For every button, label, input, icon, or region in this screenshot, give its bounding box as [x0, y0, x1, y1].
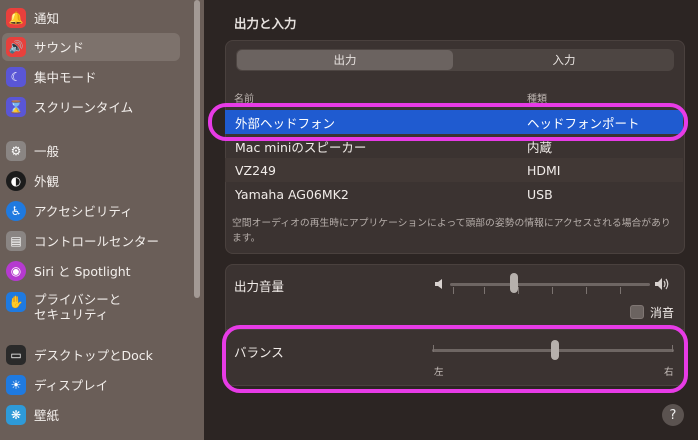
sidebar-item-general[interactable]: ⚙ 一般: [0, 137, 186, 165]
device-name: Yamaha AG06MK2: [235, 186, 349, 202]
device-row-vz249[interactable]: VZ249 HDMI: [225, 158, 683, 182]
sidebar-item-privacy-security[interactable]: ✋ プライバシーと セキュリティ: [0, 288, 186, 326]
sidebar-item-label: スクリーンタイム: [34, 99, 134, 115]
volume-tick: [484, 287, 485, 294]
sidebar-item-label: サウンド: [34, 39, 85, 55]
sidebar-item-siri-spotlight[interactable]: ◉ Siri と Spotlight: [0, 257, 186, 285]
device-row-yamaha-ag06mk2[interactable]: Yamaha AG06MK2 USB: [225, 182, 683, 206]
wallpaper-icon: ❋: [6, 405, 26, 425]
mute-checkbox[interactable]: [630, 305, 644, 319]
speaker-icon: 🔊: [6, 37, 26, 57]
spatial-audio-note: 空間オーディオの再生時にアプリケーションによって頭部の姿勢の情報にアクセスされる…: [232, 218, 671, 244]
sidebar-item-label: アクセシビリティ: [34, 203, 133, 219]
volume-tick: [620, 287, 621, 294]
display-sun-icon: ☀: [6, 375, 26, 395]
sidebar-item-displays[interactable]: ☀ ディスプレイ: [0, 371, 186, 399]
gear-icon: ⚙: [6, 141, 26, 161]
privacy-hand-icon: ✋: [6, 292, 26, 312]
accessibility-icon: ♿: [6, 201, 26, 221]
volume-low-icon: [435, 279, 442, 289]
device-name: VZ249: [235, 162, 276, 178]
sidebar-item-label: プライバシーと セキュリティ: [34, 292, 122, 322]
sidebar-item-sound[interactable]: 🔊 サウンド: [2, 33, 180, 61]
sidebar-item-notifications[interactable]: 🔔 通知: [0, 4, 186, 32]
help-button[interactable]: ?: [662, 404, 684, 426]
sidebar-item-label: 壁紙: [34, 407, 60, 423]
sidebar-item-label: Siri と Spotlight: [34, 263, 131, 279]
output-volume-label: 出力音量: [234, 279, 285, 294]
siri-icon: ◉: [6, 261, 26, 281]
dock-icon: ▭: [6, 345, 26, 365]
sidebar-item-screen-time[interactable]: ⌛ スクリーンタイム: [0, 93, 186, 121]
sidebar-item-label: 集中モード: [34, 69, 97, 85]
volume-high-icon: [655, 278, 669, 290]
volume-tick: [453, 287, 454, 294]
sidebar-item-control-center[interactable]: ▤ コントロールセンター: [0, 227, 186, 255]
tab-output[interactable]: 出力: [237, 50, 453, 70]
mute-label: 消音: [650, 306, 675, 320]
sidebar-scrollbar[interactable]: [192, 0, 202, 298]
hourglass-icon: ⌛: [6, 97, 26, 117]
sidebar-item-desktop-dock[interactable]: ▭ デスクトップとDock: [0, 341, 186, 369]
sidebar-item-label: 通知: [34, 10, 60, 26]
sidebar-item-focus[interactable]: ☾ 集中モード: [0, 63, 186, 91]
sidebar-item-label: ディスプレイ: [34, 377, 109, 393]
page-title: 出力と入力: [234, 16, 297, 31]
control-center-icon: ▤: [6, 231, 26, 251]
scrollbar-thumb[interactable]: [194, 0, 200, 298]
output-volume-slider[interactable]: [450, 283, 650, 286]
device-type: USB: [527, 186, 553, 202]
volume-tick: [586, 287, 587, 294]
sidebar-item-accessibility[interactable]: ♿ アクセシビリティ: [0, 197, 186, 225]
volume-tick: [518, 287, 519, 294]
appearance-icon: ◐: [6, 171, 26, 191]
highlight-selected-device: [208, 103, 688, 141]
volume-tick: [552, 287, 553, 294]
sidebar-item-label: 外観: [34, 173, 60, 189]
highlight-balance: [222, 325, 688, 393]
sidebar-item-wallpaper[interactable]: ❋ 壁紙: [0, 401, 186, 429]
volume-slider-knob[interactable]: [510, 273, 518, 293]
moon-icon: ☾: [6, 67, 26, 87]
sidebar: 🔔 通知 🔊 サウンド ☾ 集中モード ⌛ スクリーンタイム ⚙ 一般 ◐ 外観…: [0, 0, 204, 440]
sidebar-item-label: デスクトップとDock: [34, 347, 153, 363]
bell-icon: 🔔: [6, 8, 26, 28]
sidebar-item-label: コントロールセンター: [34, 233, 160, 249]
sidebar-item-appearance[interactable]: ◐ 外観: [0, 167, 186, 195]
device-type: HDMI: [527, 162, 561, 178]
output-input-segmented-control: 出力 入力: [236, 49, 674, 71]
tab-input[interactable]: 入力: [454, 49, 674, 71]
sidebar-item-label: 一般: [34, 143, 60, 159]
